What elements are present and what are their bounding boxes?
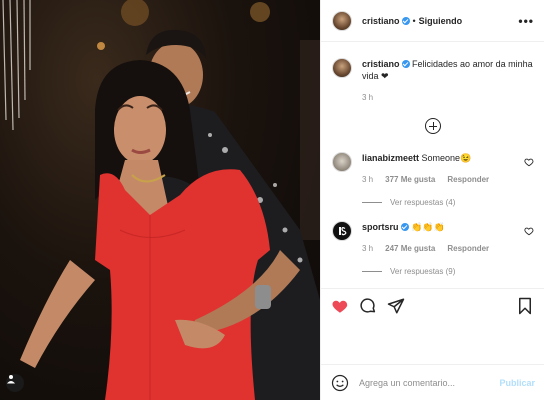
bookmark-icon[interactable]: [516, 297, 534, 315]
user-tag-glyph: [7, 375, 15, 384]
reply-button[interactable]: Responder: [447, 243, 489, 255]
replies-divider: [362, 271, 382, 272]
verified-badge-icon: [401, 60, 410, 68]
comment-likes[interactable]: 377 Me gusta: [385, 174, 435, 186]
caption-time[interactable]: 3 h: [362, 92, 373, 104]
comments-section[interactable]: cristiano Felicidades ao amor da minha v…: [321, 42, 544, 288]
verified-badge-icon: [401, 16, 410, 25]
user-tag-icon[interactable]: [6, 374, 24, 392]
comment-time[interactable]: 3 h: [362, 174, 373, 186]
verified-badge-icon: [400, 223, 409, 231]
more-options-icon[interactable]: •••: [518, 15, 534, 27]
view-replies-button[interactable]: Ver respuestas (4): [362, 198, 534, 207]
load-more-comments[interactable]: [332, 118, 534, 134]
caption-avatar[interactable]: [332, 58, 352, 78]
comment-avatar[interactable]: [332, 152, 352, 172]
reply-button[interactable]: Responder: [447, 174, 489, 186]
sportsru-logo-icon: [339, 227, 347, 236]
comment-time[interactable]: 3 h: [362, 243, 373, 255]
comment-username[interactable]: sportsru: [362, 222, 399, 232]
plus-circle-icon[interactable]: [425, 118, 441, 134]
emoji-icon[interactable]: [331, 374, 349, 392]
author-avatar[interactable]: [332, 10, 352, 31]
comment-username[interactable]: lianabizmeett: [362, 153, 419, 163]
comment-item: lianabizmeett Someone😉 3 h 377 Me gusta …: [332, 152, 534, 186]
heart-icon[interactable]: [331, 297, 349, 315]
comment-likes[interactable]: 247 Me gusta: [385, 243, 435, 255]
comment-text: 👏👏👏: [411, 222, 445, 232]
post-photo-illustration: [2, 0, 320, 400]
comment-input[interactable]: [359, 377, 494, 388]
caption: cristiano Felicidades ao amor da minha v…: [332, 58, 534, 104]
post-photo[interactable]: [0, 0, 320, 400]
comment-like-heart-icon[interactable]: [524, 226, 534, 236]
view-replies-label[interactable]: Ver respuestas (4): [390, 198, 455, 207]
separator-dot: •: [412, 15, 416, 26]
following-button[interactable]: Siguiendo: [419, 16, 463, 26]
comment-avatar[interactable]: [332, 221, 352, 241]
post-actions-bar: [321, 288, 544, 322]
author-username[interactable]: cristiano: [362, 16, 400, 26]
replies-divider: [362, 202, 382, 203]
view-replies-label[interactable]: Ver respuestas (9): [390, 267, 455, 276]
caption-username[interactable]: cristiano: [362, 59, 400, 69]
publish-button[interactable]: Publicar: [499, 378, 535, 388]
post-side-panel: cristiano • Siguiendo ••• cristiano Feli…: [320, 0, 544, 400]
view-replies-button[interactable]: Ver respuestas (9): [362, 267, 534, 276]
comment-composer: Publicar: [321, 364, 544, 400]
comment-item: sportsru 👏👏👏 3 h 247 Me gusta Responder: [332, 221, 534, 255]
comment-text: Someone😉: [421, 153, 472, 163]
comment-like-heart-icon[interactable]: [524, 157, 534, 167]
share-icon[interactable]: [387, 297, 405, 315]
comment-icon[interactable]: [359, 297, 377, 315]
post-header: cristiano • Siguiendo •••: [321, 0, 544, 42]
